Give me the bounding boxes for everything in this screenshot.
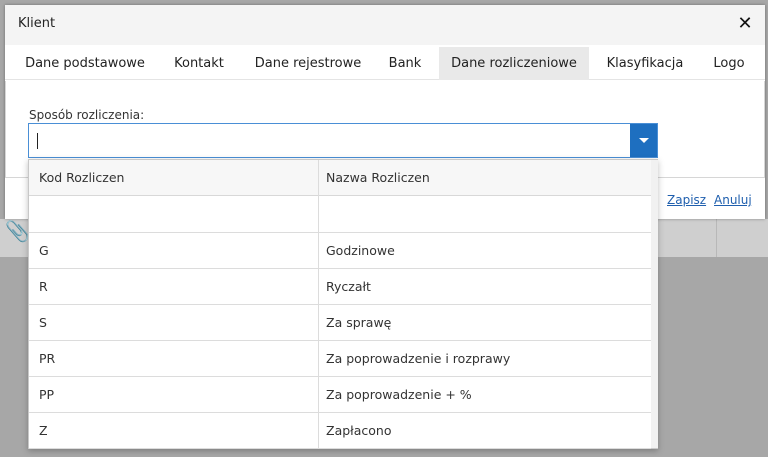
tab-logo[interactable]: Logo (703, 47, 755, 80)
dropdown-header: Kod Rozliczen Nazwa Rozliczen (29, 160, 651, 196)
tab-bar: Dane podstawowe Kontakt Dane rejestrowe … (5, 45, 765, 80)
tab-kontakt[interactable]: Kontakt (163, 47, 235, 80)
list-item[interactable]: Z Zapłacono (29, 413, 651, 449)
item-name: Ryczałt (326, 279, 371, 294)
scrollbar-track[interactable] (651, 160, 658, 448)
tab-dane-rejestrowe[interactable]: Dane rejestrowe (245, 47, 371, 80)
paperclip-icon: 📎 (5, 219, 30, 243)
list-item[interactable]: G Godzinowe (29, 233, 651, 269)
item-name: Za sprawę (326, 315, 392, 330)
item-name: Za poprowadzenie + % (326, 387, 472, 402)
close-icon[interactable]: ✕ (733, 11, 757, 37)
dialog-header: Klient ✕ (5, 5, 765, 45)
tab-dane-rozliczeniowe[interactable]: Dane rozliczeniowe (439, 47, 589, 80)
tab-dane-podstawowe[interactable]: Dane podstawowe (11, 47, 159, 80)
cancel-link[interactable]: Anuluj (714, 193, 752, 207)
chevron-down-icon[interactable] (630, 124, 657, 157)
background-divider (716, 219, 717, 257)
item-code: S (39, 315, 47, 330)
item-code: R (39, 279, 48, 294)
billing-method-label: Sposób rozliczenia: (29, 108, 145, 122)
billing-method-dropdown: Kod Rozliczen Nazwa Rozliczen G Godzinow… (28, 159, 658, 449)
list-item[interactable]: S Za sprawę (29, 305, 651, 341)
list-item[interactable]: PR Za poprowadzenie i rozprawy (29, 341, 651, 377)
item-name: Zapłacono (326, 423, 392, 438)
column-header-code: Kod Rozliczen (39, 170, 125, 185)
list-item[interactable] (29, 197, 651, 233)
dialog-title: Klient (18, 16, 56, 31)
item-name: Za poprowadzenie i rozprawy (326, 351, 511, 366)
item-name: Godzinowe (326, 243, 395, 258)
tab-klasyfikacja[interactable]: Klasyfikacja (599, 47, 691, 80)
item-name (326, 197, 646, 232)
billing-method-combobox[interactable] (28, 123, 658, 158)
item-code: G (39, 243, 49, 258)
list-item[interactable]: R Ryczałt (29, 269, 651, 305)
column-header-name: Nazwa Rozliczen (326, 170, 430, 185)
item-code: PP (39, 387, 55, 402)
list-item[interactable]: PP Za poprowadzenie + % (29, 377, 651, 413)
item-code: Z (39, 423, 48, 438)
item-code (39, 197, 309, 232)
tab-bank[interactable]: Bank (381, 47, 429, 80)
item-code: PR (39, 351, 56, 366)
column-divider (318, 160, 319, 449)
save-link[interactable]: Zapisz (667, 193, 706, 207)
text-caret (37, 133, 38, 149)
